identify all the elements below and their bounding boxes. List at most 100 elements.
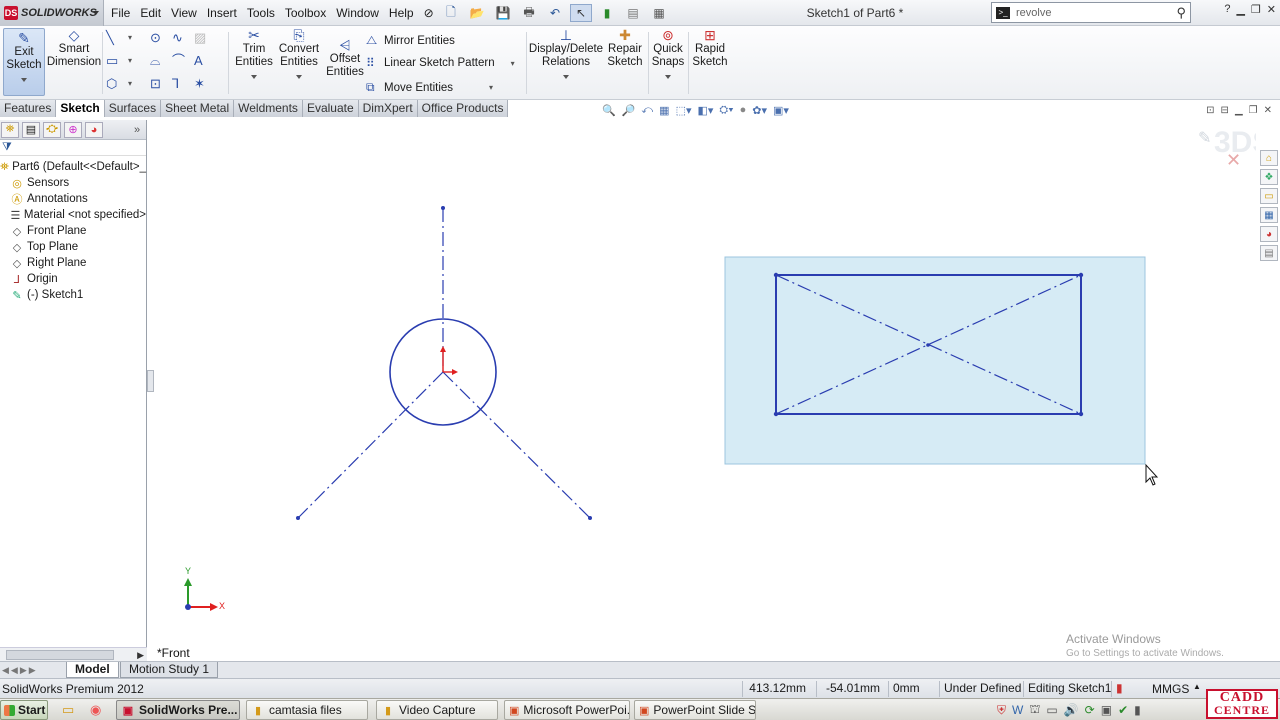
taskbar-item-video-capture[interactable]: ▮ Video Capture <box>376 700 498 720</box>
featuremanager-tab-icon[interactable]: ⛯ <box>1 121 19 138</box>
tray-word-icon[interactable]: W <box>1012 703 1023 717</box>
rebuild-icon[interactable]: ▮ <box>596 4 618 22</box>
print-icon[interactable]: 🖶 <box>518 4 540 22</box>
dropdown-icon[interactable]: ▾ <box>128 30 150 45</box>
menu-edit[interactable]: Edit <box>135 6 166 20</box>
pin-icon[interactable]: ⊘ <box>419 6 439 20</box>
scene-icon[interactable]: ✿▾ <box>752 104 767 117</box>
tray-update-icon[interactable]: ⟳ <box>1085 703 1095 717</box>
tree-item-top-plane[interactable]: ◇ Top Plane <box>0 239 146 255</box>
tab-motion-study[interactable]: Motion Study 1 <box>120 662 219 678</box>
point-icon[interactable]: ✶ <box>194 76 216 91</box>
tab-sketch[interactable]: Sketch <box>56 100 105 117</box>
menu-view[interactable]: View <box>166 6 202 20</box>
move-entities-button[interactable]: ⧉ Move Entities ▾ <box>366 80 493 95</box>
rectangle-icon[interactable]: ▭ <box>106 53 128 68</box>
section-view-icon[interactable]: ▦ <box>659 104 669 117</box>
unit-system[interactable]: MMGS <box>1152 682 1189 696</box>
construction-line-right[interactable] <box>442 371 591 519</box>
zoom-to-area-icon[interactable]: 🔎 <box>622 104 636 117</box>
configurationmanager-tab-icon[interactable]: ⛮ <box>43 121 61 138</box>
tray-network-icon[interactable]: ⛫ <box>1029 702 1040 718</box>
polygon-icon[interactable]: ⬡ <box>106 76 128 91</box>
display-delete-relations-button[interactable]: ⊥ Display/Delete Relations <box>529 28 603 79</box>
folder-quicklaunch-icon[interactable]: ▭ <box>62 702 74 718</box>
file-explorer-icon[interactable]: ▭ <box>1260 188 1278 204</box>
cancel-sketch-icon[interactable]: ✕ <box>1226 150 1241 171</box>
search-input[interactable] <box>1016 6 1156 19</box>
display-manager-tab-icon[interactable]: ◕ <box>85 121 103 138</box>
select-icon[interactable]: ↖ <box>570 4 592 22</box>
sketch-picture-icon[interactable]: ▨ <box>194 30 216 45</box>
display-style-icon[interactable]: ◧▾ <box>698 104 714 117</box>
taskbar-item-powerpoint[interactable]: ▣ Microsoft PowerPoi... <box>504 700 630 720</box>
taskbar-item-camtasia-files[interactable]: ▮ camtasia files <box>246 700 368 720</box>
tab-surfaces[interactable]: Surfaces <box>104 100 162 117</box>
tray-display-icon[interactable]: ▭ <box>1046 703 1057 717</box>
view-settings-icon[interactable]: ▣▾ <box>773 104 789 117</box>
circle-icon[interactable]: ⊙ <box>150 30 172 45</box>
close-icon[interactable]: ✕ <box>1267 3 1276 16</box>
construction-endpoint[interactable] <box>296 516 300 520</box>
menu-help[interactable]: Help <box>384 6 419 20</box>
viewport-tile-icon[interactable]: ⊡ <box>1206 105 1214 116</box>
minimize-icon[interactable]: ▁ <box>1236 3 1244 16</box>
firefox-icon[interactable]: ◉ <box>90 702 101 718</box>
view-palette-icon[interactable]: ▦ <box>1260 207 1278 223</box>
scrollbar-thumb[interactable] <box>6 650 114 660</box>
exit-sketch-button[interactable]: ✎ Exit Sketch <box>3 28 45 96</box>
rebuild-indicator-icon[interactable]: ▮ <box>1111 681 1137 697</box>
tree-root-part[interactable]: ⛯ Part6 (Default<<Default>_ <box>0 159 146 175</box>
file-properties-icon[interactable]: ▤ <box>622 4 644 22</box>
tray-shield-icon[interactable]: ⛨ <box>997 703 1006 718</box>
view-orientation-icon[interactable]: ⬚▾ <box>676 104 692 117</box>
help-icon[interactable]: ? <box>1224 3 1230 16</box>
rapid-sketch-button[interactable]: ⊞ Rapid Sketch <box>690 28 730 69</box>
convert-entities-button[interactable]: ⎘ Convert Entities <box>276 28 322 79</box>
scroll-right-icon[interactable]: ▶ <box>137 650 144 661</box>
chevron-up-icon[interactable]: ▲ <box>1193 682 1201 691</box>
tab-dimxpert[interactable]: DimXpert <box>358 100 418 117</box>
taskbar-item-slideshow[interactable]: ▣ PowerPoint Slide S... <box>634 700 756 720</box>
open-icon[interactable]: 📂 <box>466 4 488 22</box>
tab-model[interactable]: Model <box>66 662 119 678</box>
tree-filter[interactable]: ⧩ <box>0 140 146 156</box>
rectangle-corner[interactable] <box>1078 411 1084 417</box>
tab-features[interactable]: Features <box>0 100 57 117</box>
repair-sketch-button[interactable]: ✚ Repair Sketch <box>604 28 646 69</box>
tab-scroll-arrows-icon[interactable]: ◀◀▶▶ <box>2 665 38 676</box>
taskbar-item-solidworks[interactable]: ▣ SolidWorks Pre... <box>116 700 240 720</box>
propertymanager-tab-icon[interactable]: ▤ <box>22 121 40 138</box>
tray-security-icon[interactable]: ✔ <box>1118 703 1128 717</box>
slot-icon[interactable]: ⌓ <box>150 53 172 68</box>
tree-item-sensors[interactable]: ◎ Sensors <box>0 175 146 191</box>
expand-panel-icon[interactable]: » <box>128 122 146 138</box>
panel-horizontal-scrollbar[interactable]: ▶ <box>0 647 147 661</box>
new-document-icon[interactable]: 🗋 <box>440 4 462 22</box>
undo-icon[interactable]: ↶ <box>544 4 566 22</box>
search-icon[interactable]: ⚲ <box>1176 5 1186 21</box>
tab-sheet-metal[interactable]: Sheet Metal <box>161 100 235 117</box>
offset-entities-button[interactable]: ⩤ Offset Entities <box>324 38 366 79</box>
rectangle-corner[interactable] <box>1078 272 1084 278</box>
tree-item-origin[interactable]: ⅃ Origin <box>0 271 146 287</box>
search-commands-box[interactable]: >_ ⚲ <box>991 2 1191 23</box>
mirror-entities-button[interactable]: ⧍ Mirror Entities <box>366 33 455 48</box>
chevron-down-icon[interactable]: ▾ <box>511 59 515 68</box>
graphics-area[interactable]: Y X *Front Activate Windows Go to Settin… <box>148 120 1256 661</box>
trim-entities-button[interactable]: ✂ Trim Entities <box>233 28 275 79</box>
line-icon[interactable]: ╲ <box>106 30 128 45</box>
viewport-split-icon[interactable]: ⊟ <box>1221 105 1229 116</box>
dropdown-icon[interactable]: ▾ <box>128 76 150 91</box>
linear-sketch-pattern-button[interactable]: ⠿ Linear Sketch Pattern ▾ <box>366 56 515 70</box>
tray-volume-icon[interactable]: 🔊 <box>1064 703 1079 717</box>
appearance-icon[interactable]: ● <box>740 104 747 117</box>
construction-endpoint[interactable] <box>588 516 592 520</box>
tab-evaluate[interactable]: Evaluate <box>302 100 359 117</box>
tab-office-products[interactable]: Office Products <box>417 100 509 117</box>
tray-monitor-icon[interactable]: ▣ <box>1101 703 1112 717</box>
sketch-canvas[interactable] <box>148 120 1256 661</box>
design-library-icon[interactable]: ❖ <box>1260 169 1278 185</box>
dimxpert-tab-icon[interactable]: ⊕ <box>64 121 82 138</box>
quick-snaps-button[interactable]: ⊚ Quick Snaps <box>650 28 686 79</box>
